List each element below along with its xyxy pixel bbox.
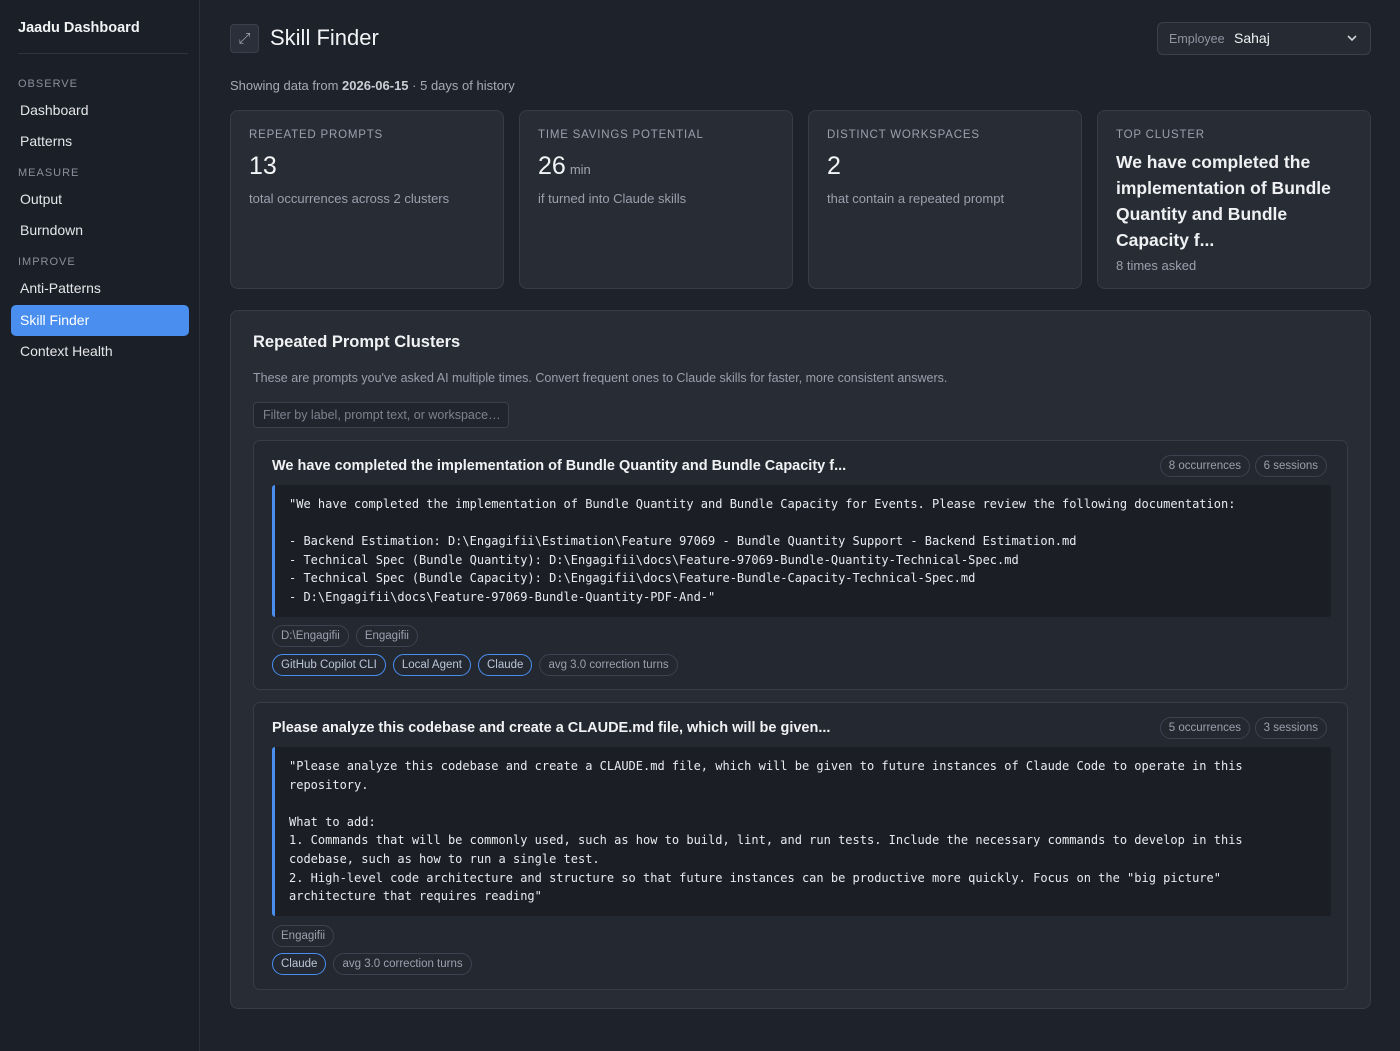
tool-tag: Claude xyxy=(272,953,327,975)
sidebar-item-patterns[interactable]: Patterns xyxy=(11,126,189,157)
sidebar-item-output[interactable]: Output xyxy=(11,184,189,215)
prompt-text: "Please analyze this codebase and create… xyxy=(272,747,1331,916)
section-label-improve: IMPROVE xyxy=(18,256,76,268)
cluster-card[interactable]: Please analyze this codebase and create … xyxy=(253,702,1348,990)
sidebar-item-skill-finder[interactable]: Skill Finder xyxy=(11,305,189,336)
tool-tags: GitHub Copilot CLI Local Agent Claude av… xyxy=(272,654,678,676)
stat-unit: min xyxy=(569,162,591,177)
workspace-tag: D:\Engagifii xyxy=(272,625,349,647)
stat-sub: 8 times asked xyxy=(1116,258,1197,273)
clusters-panel: Repeated Prompt Clusters These are promp… xyxy=(230,310,1371,1009)
stat-label: TOP CLUSTER xyxy=(1116,129,1205,141)
stat-value: 13 xyxy=(249,152,277,180)
employee-value: Sahaj xyxy=(1234,30,1270,46)
brand-title: Jaadu Dashboard xyxy=(18,20,140,36)
history-suffix: · 5 days of history xyxy=(412,78,515,93)
tool-tag: GitHub Copilot CLI xyxy=(272,654,386,676)
cluster-title: We have completed the implementation of … xyxy=(272,458,847,474)
workspace-tags: D:\Engagifii Engagifii xyxy=(272,625,418,647)
stat-value: 2 xyxy=(827,152,841,180)
stat-label: DISTINCT WORKSPACES xyxy=(827,129,980,141)
occurrences-badge: 5 occurrences xyxy=(1159,717,1250,739)
cluster-card[interactable]: We have completed the implementation of … xyxy=(253,440,1348,690)
cluster-title: Please analyze this codebase and create … xyxy=(272,720,831,736)
clusters-description: These are prompts you've asked AI multip… xyxy=(253,371,948,385)
stat-sub: that contain a repeated prompt xyxy=(827,191,1005,206)
stat-card-repeated-prompts: REPEATED PROMPTS 13 total occurrences ac… xyxy=(230,110,504,289)
tool-tag: Claude xyxy=(477,654,533,676)
avg-correction-tag: avg 3.0 correction turns xyxy=(539,654,678,676)
stat-card-time-savings: TIME SAVINGS POTENTIAL 26 min if turned i… xyxy=(519,110,793,289)
stat-label: REPEATED PROMPTS xyxy=(249,129,383,141)
divider xyxy=(18,53,188,54)
top-cluster-title: We have completed the implementation of … xyxy=(1116,152,1331,250)
workspace-tag: Engagifii xyxy=(272,925,335,947)
expand-icon: ⤢ xyxy=(238,30,251,47)
filter-input[interactable] xyxy=(253,402,509,428)
stat-value: 26 xyxy=(538,152,566,180)
history-info: Showing data from 2026-06-15 · 5 days of… xyxy=(230,78,515,93)
sidebar-item-context-health[interactable]: Context Health xyxy=(11,336,189,367)
stat-value-wrap: 26 min xyxy=(538,152,591,181)
employee-select[interactable]: Employee Sahaj xyxy=(1157,22,1371,55)
chevron-down-icon xyxy=(1346,28,1358,51)
sidebar-item-anti-patterns[interactable]: Anti-Patterns xyxy=(11,273,189,304)
sessions-badge: 6 sessions xyxy=(1254,455,1327,477)
stat-card-top-cluster: TOP CLUSTER We have completed the implem… xyxy=(1097,110,1371,289)
workspace-tag: Engagifii xyxy=(355,625,418,647)
prompt-text: "We have completed the implementation of… xyxy=(272,485,1331,617)
clusters-title: Repeated Prompt Clusters xyxy=(253,333,461,351)
avg-correction-tag: avg 3.0 correction turns xyxy=(333,953,472,975)
sessions-badge: 3 sessions xyxy=(1254,717,1327,739)
section-label-observe: OBSERVE xyxy=(18,78,78,90)
employee-label: Employee xyxy=(1169,32,1225,46)
tool-tags: Claude avg 3.0 correction turns xyxy=(272,953,472,975)
sidebar-item-burndown[interactable]: Burndown xyxy=(11,215,189,246)
expand-button[interactable]: ⤢ xyxy=(230,24,259,53)
sidebar: Jaadu Dashboard OBSERVE Dashboard Patter… xyxy=(0,0,200,1051)
workspace-tags: Engagifii xyxy=(272,925,335,947)
history-date: 2026-06-15 xyxy=(342,78,409,93)
stat-label: TIME SAVINGS POTENTIAL xyxy=(538,129,704,141)
stat-sub: if turned into Claude skills xyxy=(538,191,687,206)
stat-card-workspaces: DISTINCT WORKSPACES 2 that contain a rep… xyxy=(808,110,1082,289)
section-label-measure: MEASURE xyxy=(18,167,80,179)
sidebar-item-dashboard[interactable]: Dashboard xyxy=(11,95,189,126)
stat-sub: total occurrences across 2 clusters xyxy=(249,191,450,206)
occurrences-badge: 8 occurrences xyxy=(1159,455,1250,477)
page-title: Skill Finder xyxy=(270,25,379,50)
tool-tag: Local Agent xyxy=(392,654,471,676)
history-prefix: Showing data from xyxy=(230,78,339,93)
